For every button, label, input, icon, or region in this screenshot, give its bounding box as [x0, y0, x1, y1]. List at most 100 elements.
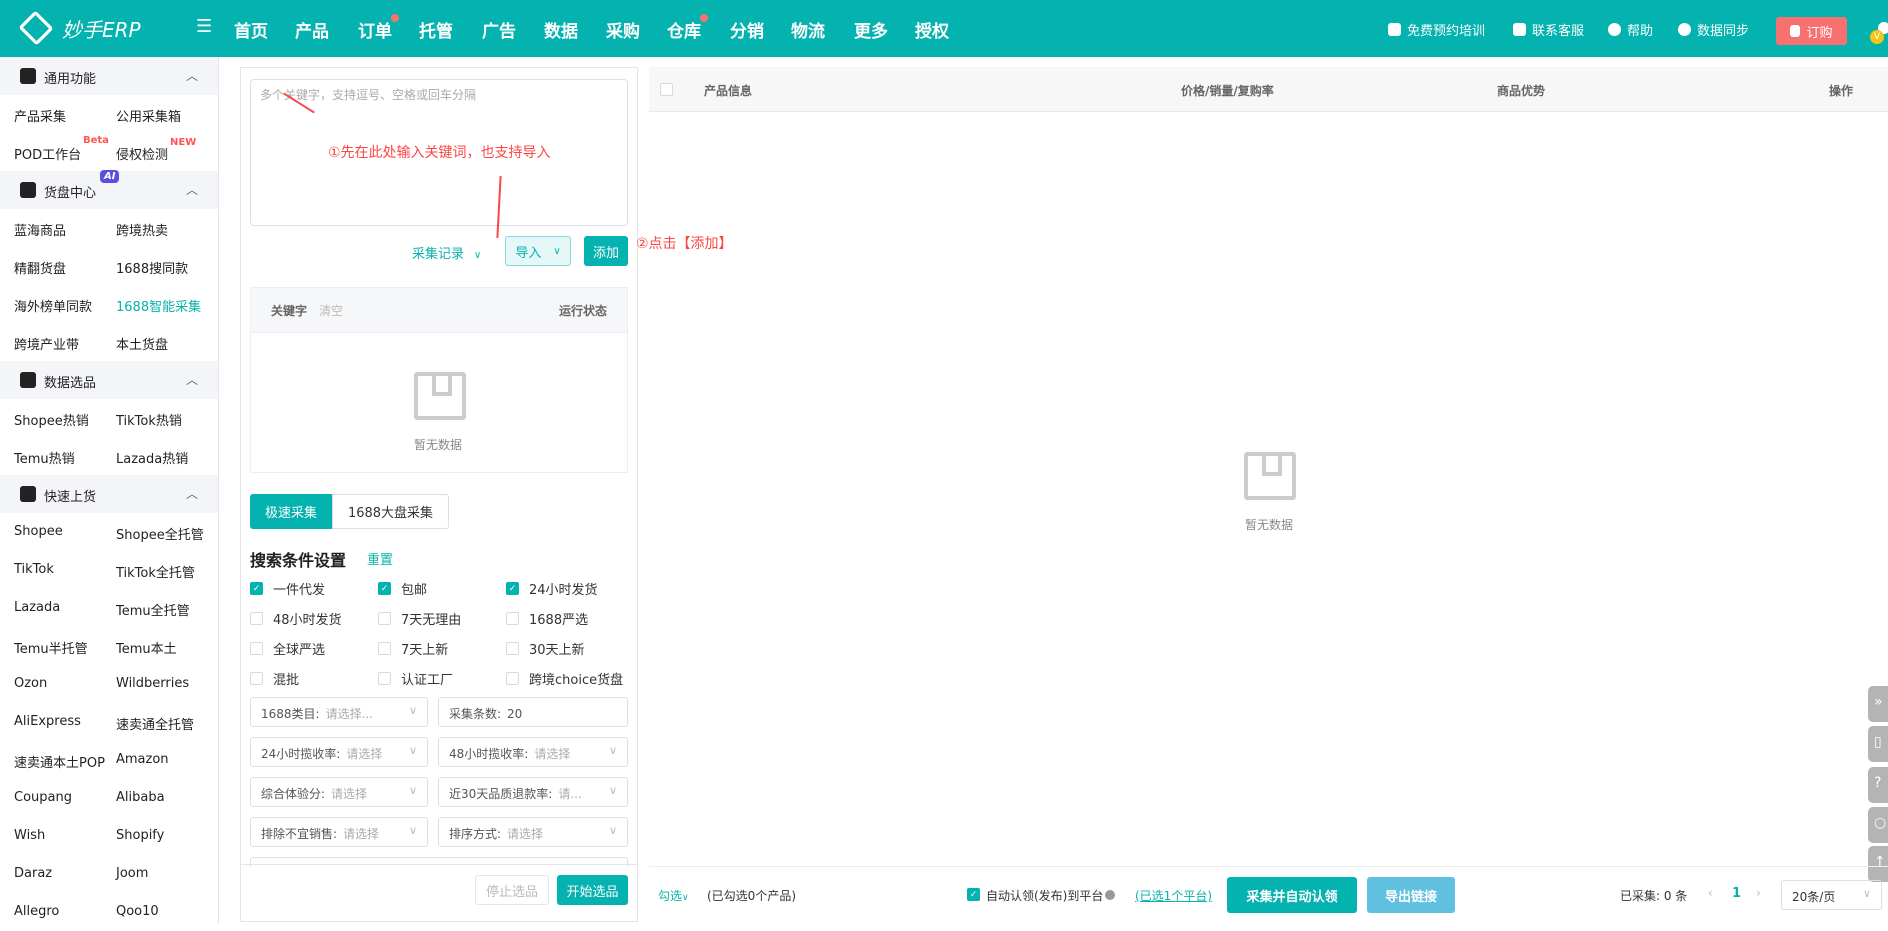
- auto-claim-checkbox[interactable]: ✓: [967, 888, 980, 901]
- sidebar-item[interactable]: TikTok: [14, 562, 54, 577]
- sidebar-item[interactable]: 速卖通全托管: [116, 714, 194, 733]
- nav-item[interactable]: 更多: [854, 17, 888, 42]
- avatar[interactable]: V: [1870, 22, 1888, 48]
- nav-item[interactable]: 广告: [482, 17, 516, 42]
- nav-item[interactable]: 数据: [544, 17, 578, 42]
- nav-item[interactable]: 仓库: [667, 14, 708, 42]
- sidebar-item[interactable]: Shopee: [14, 524, 63, 539]
- sidebar-item[interactable]: 精翻货盘: [14, 258, 66, 277]
- tablet-icon[interactable]: ▯: [1868, 726, 1888, 762]
- sidebar-item[interactable]: 海外榜单同款: [14, 296, 92, 315]
- sidebar-section-header[interactable]: 货盘中心 AI ︿: [0, 170, 218, 209]
- sidebar-item[interactable]: AliExpress: [14, 714, 81, 729]
- sidebar-section-header[interactable]: 数据选品 ︿: [0, 361, 218, 399]
- page-size-select[interactable]: 20条/页 ∨: [1781, 880, 1882, 910]
- sidebar-item[interactable]: Temu热销: [14, 448, 75, 467]
- history-dropdown[interactable]: 采集记录 ∨: [412, 243, 481, 262]
- export-links-button[interactable]: 导出链接: [1367, 877, 1455, 913]
- filter-checkbox[interactable]: ✓ 一件代发: [250, 579, 325, 598]
- sidebar-item[interactable]: 公用采集箱: [116, 106, 181, 125]
- filter-checkbox[interactable]: 48小时发货: [250, 609, 342, 628]
- refresh-icon[interactable]: ○: [1868, 807, 1888, 843]
- filter-select[interactable]: 采集条数: 20: [438, 697, 628, 727]
- sidebar-section-header[interactable]: 通用功能 ︿: [0, 57, 218, 95]
- filter-select[interactable]: 排序方式: 请选择 ∨: [438, 817, 628, 847]
- help-link[interactable]: 帮助: [1608, 20, 1653, 39]
- sidebar-item[interactable]: Lazada: [14, 600, 60, 615]
- support-link[interactable]: 联系客服: [1513, 20, 1584, 39]
- nav-item[interactable]: 产品: [295, 17, 329, 42]
- sidebar-item[interactable]: Shopee热销: [14, 410, 89, 429]
- sidebar-item[interactable]: Coupang: [14, 790, 72, 805]
- filter-checkbox[interactable]: 1688严选: [506, 609, 588, 628]
- sidebar-item[interactable]: Qoo10: [116, 904, 159, 919]
- import-button[interactable]: 导入 ∨: [505, 236, 571, 266]
- nav-item[interactable]: 采购: [606, 17, 640, 42]
- add-button[interactable]: 添加: [584, 236, 628, 266]
- stop-button[interactable]: 停止选品: [475, 875, 549, 905]
- start-button[interactable]: 开始选品: [557, 875, 628, 905]
- help-icon[interactable]: [1105, 890, 1116, 900]
- sidebar-item[interactable]: Ozon: [14, 676, 47, 691]
- sidebar-item[interactable]: Wildberries: [116, 676, 189, 691]
- sidebar-item[interactable]: Wish: [14, 828, 45, 843]
- sidebar-item[interactable]: Alibaba: [116, 790, 165, 805]
- sidebar-item[interactable]: Temu本土: [116, 638, 177, 657]
- reset-link[interactable]: 重置: [367, 549, 393, 568]
- sidebar-item[interactable]: 侵权检测: [116, 144, 168, 163]
- select-dropdown[interactable]: 勾选∨: [658, 887, 689, 904]
- sidebar-item[interactable]: Joom: [116, 866, 148, 881]
- clear-link[interactable]: 清空: [319, 302, 343, 319]
- nav-item[interactable]: 订单: [358, 14, 399, 42]
- filter-checkbox[interactable]: 30天上新: [506, 639, 585, 658]
- filter-checkbox[interactable]: ✓ 包邮: [378, 579, 427, 598]
- next-page-icon[interactable]: ›: [1756, 886, 1761, 900]
- filter-checkbox[interactable]: 跨境choice货盘: [506, 669, 623, 688]
- sidebar-item[interactable]: Shopee全托管: [116, 524, 204, 543]
- sidebar-item[interactable]: 本土货盘: [116, 334, 168, 353]
- filter-select[interactable]: 24小时揽收率: 请选择 ∨: [250, 737, 428, 767]
- filter-checkbox[interactable]: 全球严选: [250, 639, 325, 658]
- sidebar-item[interactable]: 蓝海商品: [14, 220, 66, 239]
- nav-item[interactable]: 授权: [915, 17, 949, 42]
- sidebar-item[interactable]: Lazada热销: [116, 448, 188, 467]
- nav-item[interactable]: 首页: [234, 17, 268, 42]
- prev-page-icon[interactable]: ‹: [1708, 886, 1713, 900]
- sidebar-item[interactable]: Allegro: [14, 904, 59, 919]
- filter-checkbox[interactable]: 混批: [250, 669, 299, 688]
- filter-select[interactable]: 48小时揽收率: 请选择 ∨: [438, 737, 628, 767]
- logo-text[interactable]: 妙手ERP: [62, 14, 141, 43]
- sidebar-item[interactable]: Temu半托管: [14, 638, 88, 657]
- training-link[interactable]: 免费预约培训: [1388, 20, 1485, 39]
- collapse-icon[interactable]: »: [1868, 686, 1888, 722]
- order-button[interactable]: 订购: [1776, 17, 1847, 45]
- filter-select[interactable]: 1688类目: 请选择... ∨: [250, 697, 428, 727]
- sidebar-item[interactable]: 1688智能采集: [116, 296, 201, 315]
- sidebar-item[interactable]: 速卖通本土POP: [14, 752, 105, 771]
- faq-icon[interactable]: ?: [1868, 767, 1888, 803]
- sync-link[interactable]: 数据同步: [1678, 20, 1749, 39]
- filter-checkbox[interactable]: 7天无理由: [378, 609, 461, 628]
- filter-select[interactable]: 排除不宜销售: 请选择 ∨: [250, 817, 428, 847]
- filter-checkbox[interactable]: 7天上新: [378, 639, 448, 658]
- filter-select[interactable]: 近30天品质退款率: 请... ∨: [438, 777, 628, 807]
- sidebar-item[interactable]: Temu全托管: [116, 600, 190, 619]
- sidebar-item[interactable]: TikTok热销: [116, 410, 182, 429]
- collect-and-claim-button[interactable]: 采集并自动认领: [1227, 877, 1357, 913]
- select-all-checkbox[interactable]: [660, 83, 673, 96]
- sidebar-item[interactable]: Daraz: [14, 866, 52, 881]
- sidebar-item[interactable]: 跨境产业带: [14, 334, 79, 353]
- sidebar-item[interactable]: POD工作台: [14, 144, 81, 163]
- menu-toggle-icon[interactable]: ☰: [196, 16, 212, 37]
- page-number[interactable]: 1: [1732, 886, 1741, 901]
- tab-fast-collect[interactable]: 极速采集: [250, 494, 332, 529]
- filter-checkbox[interactable]: ✓ 24小时发货: [506, 579, 598, 598]
- sidebar-item[interactable]: 产品采集: [14, 106, 66, 125]
- sidebar-section-header[interactable]: 快速上货 ︿: [0, 475, 218, 513]
- nav-item[interactable]: 托管: [419, 17, 453, 42]
- filter-checkbox[interactable]: 认证工厂: [378, 669, 453, 688]
- nav-item[interactable]: 物流: [791, 17, 825, 42]
- platforms-link[interactable]: (已选1个平台): [1135, 887, 1212, 904]
- sidebar-item[interactable]: 跨境热卖: [116, 220, 168, 239]
- nav-item[interactable]: 分销: [730, 17, 764, 42]
